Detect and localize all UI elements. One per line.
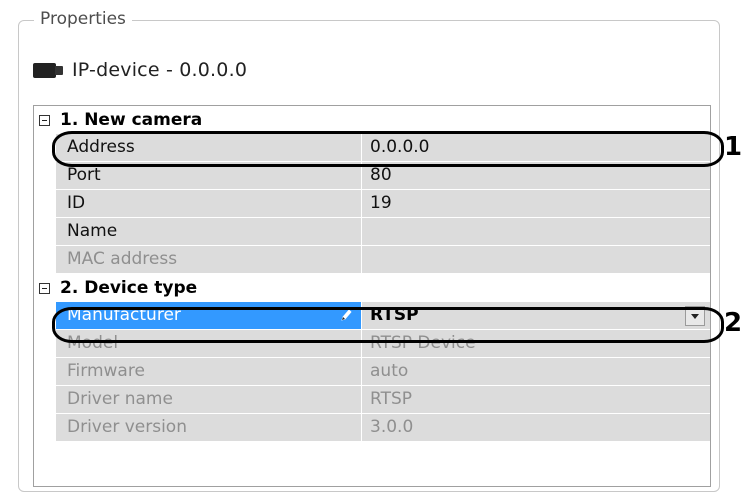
property-value-driver-name: RTSP	[370, 389, 413, 409]
callout-ellipse-2	[52, 307, 724, 343]
property-name: MAC address	[56, 246, 362, 273]
property-value-id[interactable]: 19	[363, 190, 710, 217]
property-value-firmware: auto	[370, 361, 409, 381]
property-name: Name	[56, 218, 362, 245]
properties-panel: Properties IP-device - 0.0.0.0 1. New ca…	[0, 0, 748, 492]
category-device-type[interactable]: 2. Device type	[34, 274, 710, 302]
callout-ellipse-1	[52, 131, 724, 167]
property-value-mac-address	[363, 246, 710, 273]
property-row-firmware: Firmware auto	[56, 358, 710, 386]
property-row-id[interactable]: ID 19	[56, 190, 710, 218]
device-title: IP-device - 0.0.0.0	[72, 59, 248, 81]
property-row-name[interactable]: Name	[56, 218, 710, 246]
property-name: ID	[56, 190, 362, 217]
property-name: Driver name	[56, 386, 362, 413]
property-value-driver-version: 3.0.0	[370, 417, 414, 437]
category-label: 2. Device type	[60, 278, 198, 298]
property-row-driver-name: Driver name RTSP	[56, 386, 710, 414]
property-name: Firmware	[56, 358, 362, 385]
minus-box-icon[interactable]	[39, 282, 50, 294]
property-row-mac-address: MAC address	[56, 246, 710, 274]
property-name: Driver version	[56, 414, 362, 441]
category-new-camera[interactable]: 1. New camera	[34, 106, 710, 134]
callout-number-1: 1	[724, 132, 743, 162]
category-label: 1. New camera	[60, 110, 203, 130]
callout-number-2: 2	[724, 308, 743, 338]
properties-legend: Properties	[34, 7, 132, 31]
camera-icon	[33, 62, 63, 78]
device-header: IP-device - 0.0.0.0	[33, 55, 247, 85]
minus-box-icon[interactable]	[39, 114, 50, 126]
property-value-name[interactable]	[363, 218, 710, 245]
property-row-driver-version: Driver version 3.0.0	[56, 414, 710, 442]
